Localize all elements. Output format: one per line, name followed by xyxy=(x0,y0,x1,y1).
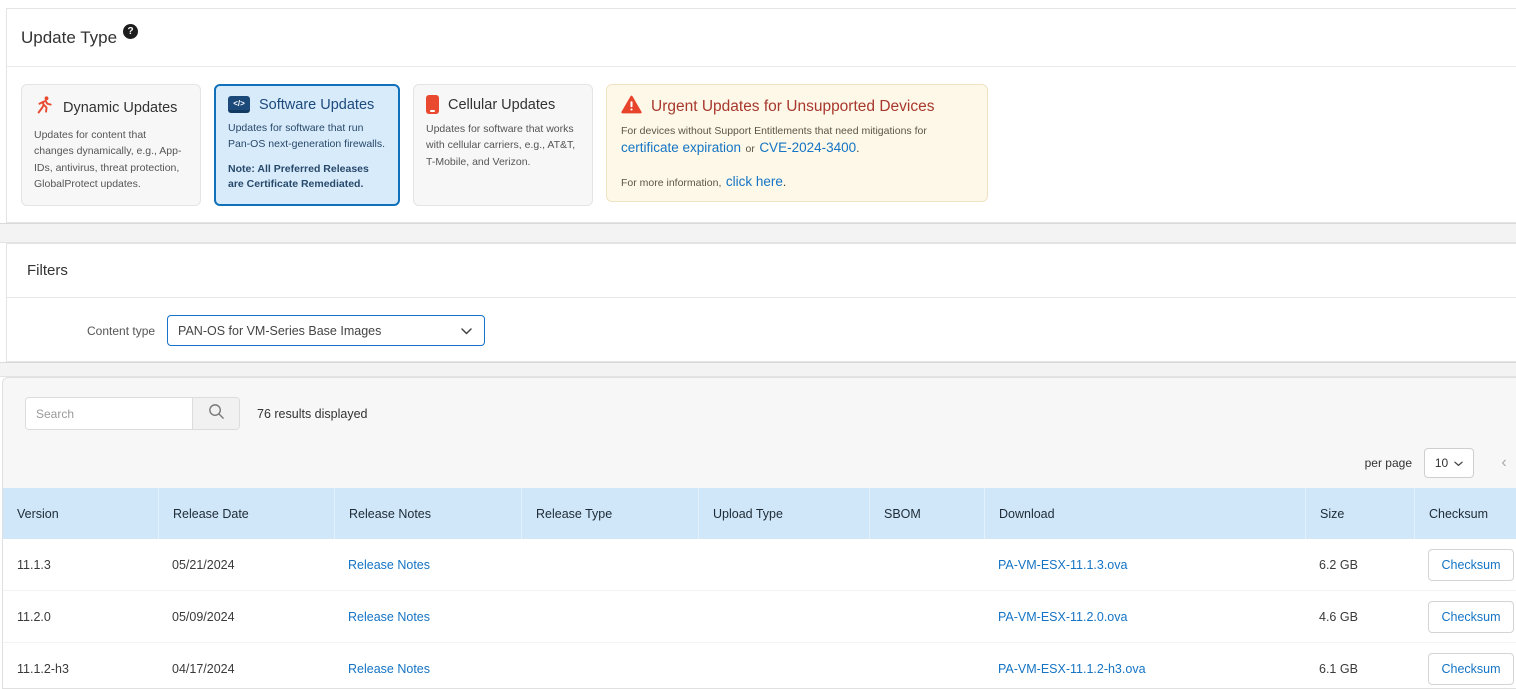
checksum-button[interactable]: Checksum xyxy=(1428,600,1514,633)
cell-version: 11.2.0 xyxy=(17,609,51,624)
update-type-header: Update Type ? xyxy=(7,9,1516,67)
table-row: 11.1.2-h3 04/17/2024 Release Notes PA-VM… xyxy=(3,643,1516,688)
download-link[interactable]: PA-VM-ESX-11.1.3.ova xyxy=(998,558,1127,572)
card-desc-software: Updates for software that run Pan-OS nex… xyxy=(228,122,385,151)
col-header-size: Size xyxy=(1305,488,1414,539)
urgent-updates-banner: Urgent Updates for Unsupported Devices F… xyxy=(606,84,988,202)
card-software-updates-selected[interactable]: </> Software Updates Updates for softwar… xyxy=(214,84,400,206)
release-notes-link[interactable]: Release Notes xyxy=(348,610,430,624)
col-header-upload-type: Upload Type xyxy=(698,488,869,539)
card-dynamic-updates[interactable]: Dynamic Updates Updates for content that… xyxy=(21,84,201,206)
section-gap xyxy=(0,223,1516,243)
help-icon[interactable]: ? xyxy=(123,24,139,39)
results-count: 76 results displayed xyxy=(257,406,368,421)
checksum-button[interactable]: Checksum xyxy=(1428,652,1514,685)
per-page-label: per page xyxy=(1364,456,1412,470)
search-button[interactable] xyxy=(192,398,239,429)
card-cellular-updates[interactable]: Cellular Updates Updates for software th… xyxy=(413,84,593,206)
cell-size: 6.2 GB xyxy=(1319,557,1358,572)
releases-table: Version Release Date Release Notes Relea… xyxy=(3,488,1516,688)
update-type-cards: Dynamic Updates Updates for content that… xyxy=(7,67,1516,206)
card-title-dynamic: Dynamic Updates xyxy=(63,99,178,116)
warning-triangle-icon xyxy=(621,95,642,119)
cve-2024-3400-link[interactable]: CVE-2024-3400 xyxy=(759,140,856,155)
results-section: 76 results displayed per page 10 ‹ Versi… xyxy=(2,377,1516,689)
click-here-link[interactable]: click here xyxy=(726,174,783,189)
section-gap xyxy=(0,362,1516,377)
col-header-release-date: Release Date xyxy=(158,488,334,539)
table-row: 11.1.3 05/21/2024 Release Notes PA-VM-ES… xyxy=(3,539,1516,591)
urgent-line2: For more information, xyxy=(621,177,722,189)
certificate-expiration-link[interactable]: certificate expiration xyxy=(621,140,741,155)
search-icon xyxy=(208,403,225,425)
search-box xyxy=(25,397,240,430)
search-input[interactable] xyxy=(26,398,192,429)
per-page-select[interactable]: 10 xyxy=(1424,448,1474,478)
cell-size: 4.6 GB xyxy=(1319,609,1358,624)
filters-title: Filters xyxy=(27,262,68,279)
card-title-cellular: Cellular Updates xyxy=(448,96,556,113)
table-header-row: Version Release Date Release Notes Relea… xyxy=(3,488,1516,539)
col-header-sbom: SBOM xyxy=(869,488,984,539)
update-type-title: Update Type xyxy=(21,27,118,47)
content-type-label: Content type xyxy=(87,323,156,338)
col-header-release-type: Release Type xyxy=(521,488,698,539)
card-title-software: Software Updates xyxy=(259,96,375,113)
cell-version: 11.1.3 xyxy=(17,557,51,572)
urgent-line1: For devices without Support Entitlements… xyxy=(621,125,927,137)
col-header-version: Version xyxy=(17,506,59,521)
checksum-button[interactable]: Checksum xyxy=(1428,548,1514,581)
download-link[interactable]: PA-VM-ESX-11.1.2-h3.ova xyxy=(998,662,1146,676)
release-notes-link[interactable]: Release Notes xyxy=(348,558,430,572)
content-type-value: PAN-OS for VM-Series Base Images xyxy=(178,323,382,338)
cell-size: 6.1 GB xyxy=(1319,661,1358,676)
cell-release-date: 05/09/2024 xyxy=(172,609,235,624)
card-desc-cellular: Updates for software that works with cel… xyxy=(426,123,576,168)
col-header-download: Download xyxy=(984,488,1305,539)
col-header-release-notes: Release Notes xyxy=(334,488,521,539)
update-type-section: Update Type ? Dynamic Updates Updates fo… xyxy=(6,8,1516,223)
chevron-down-icon xyxy=(1454,456,1463,470)
release-notes-link[interactable]: Release Notes xyxy=(348,662,430,676)
table-row: 11.2.0 05/09/2024 Release Notes PA-VM-ES… xyxy=(3,591,1516,643)
card-desc-dynamic: Updates for content that changes dynamic… xyxy=(34,129,182,190)
pagination-previous-icon[interactable]: ‹ xyxy=(1496,454,1512,472)
urgent-title: Urgent Updates for Unsupported Devices xyxy=(651,98,935,115)
runner-icon xyxy=(34,95,54,120)
col-header-checksum: Checksum xyxy=(1414,488,1516,539)
mobile-phone-icon xyxy=(426,95,439,114)
content-type-select[interactable]: PAN-OS for VM-Series Base Images xyxy=(167,315,486,346)
urgent-or-text: or xyxy=(745,143,755,155)
card-note-software: Note: All Preferred Releases are Certifi… xyxy=(228,162,369,191)
cell-release-date: 05/21/2024 xyxy=(172,557,235,572)
code-laptop-icon: </> xyxy=(228,96,250,113)
cell-version: 11.1.2-h3 xyxy=(17,661,69,676)
chevron-down-icon xyxy=(461,324,472,338)
cell-release-date: 04/17/2024 xyxy=(172,661,235,676)
filters-section: Filters Content type PAN-OS for VM-Serie… xyxy=(6,243,1516,362)
per-page-value: 10 xyxy=(1434,456,1449,470)
download-link[interactable]: PA-VM-ESX-11.2.0.ova xyxy=(998,610,1127,624)
